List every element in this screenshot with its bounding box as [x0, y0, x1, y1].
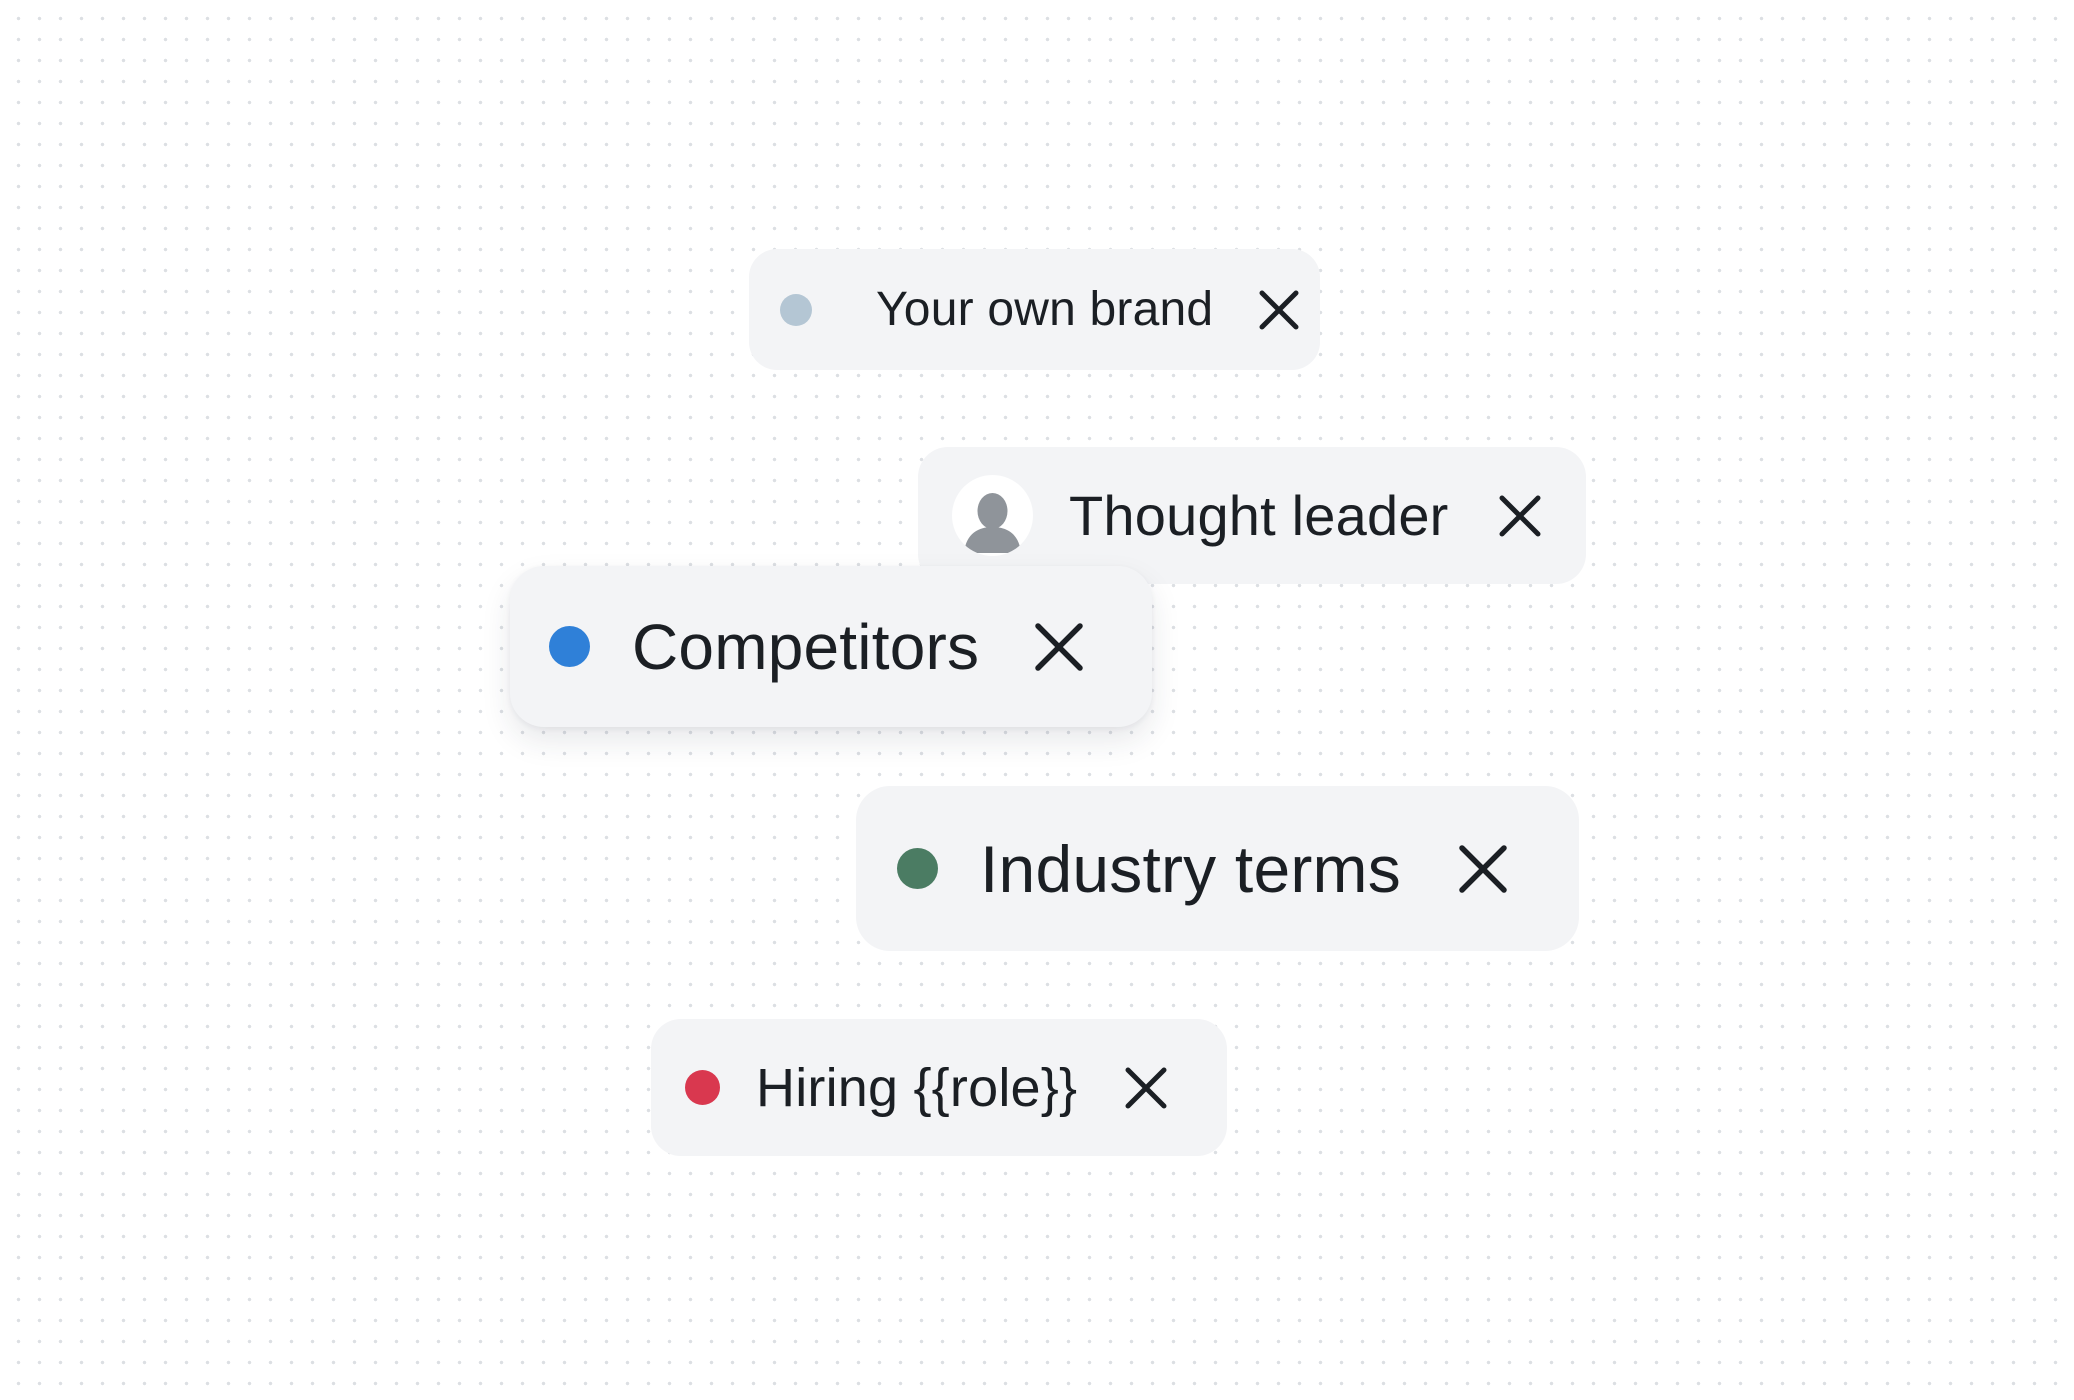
- tag-hiring-role[interactable]: Hiring {{role}}: [651, 1019, 1227, 1156]
- tag-your-own-brand[interactable]: Your own brand: [749, 249, 1320, 370]
- status-dot-icon: [897, 848, 938, 889]
- tag-competitors[interactable]: Competitors: [510, 566, 1152, 727]
- close-icon[interactable]: [1123, 1065, 1169, 1111]
- close-icon[interactable]: [1457, 843, 1509, 895]
- close-icon[interactable]: [1033, 621, 1085, 673]
- tag-label: Hiring {{role}}: [756, 1057, 1078, 1118]
- status-dot-icon: [685, 1070, 720, 1105]
- user-avatar-icon: [952, 475, 1033, 556]
- close-icon[interactable]: [1257, 288, 1301, 332]
- tag-label: Thought leader: [1069, 483, 1449, 547]
- status-dot-icon: [549, 626, 590, 667]
- status-dot-icon: [780, 293, 812, 326]
- tag-label: Industry terms: [980, 831, 1401, 906]
- tag-thought-leader[interactable]: Thought leader: [918, 447, 1586, 584]
- tag-label: Your own brand: [876, 282, 1214, 336]
- tag-label: Competitors: [632, 610, 980, 683]
- close-icon[interactable]: [1497, 493, 1543, 539]
- tag-industry-terms[interactable]: Industry terms: [856, 786, 1579, 951]
